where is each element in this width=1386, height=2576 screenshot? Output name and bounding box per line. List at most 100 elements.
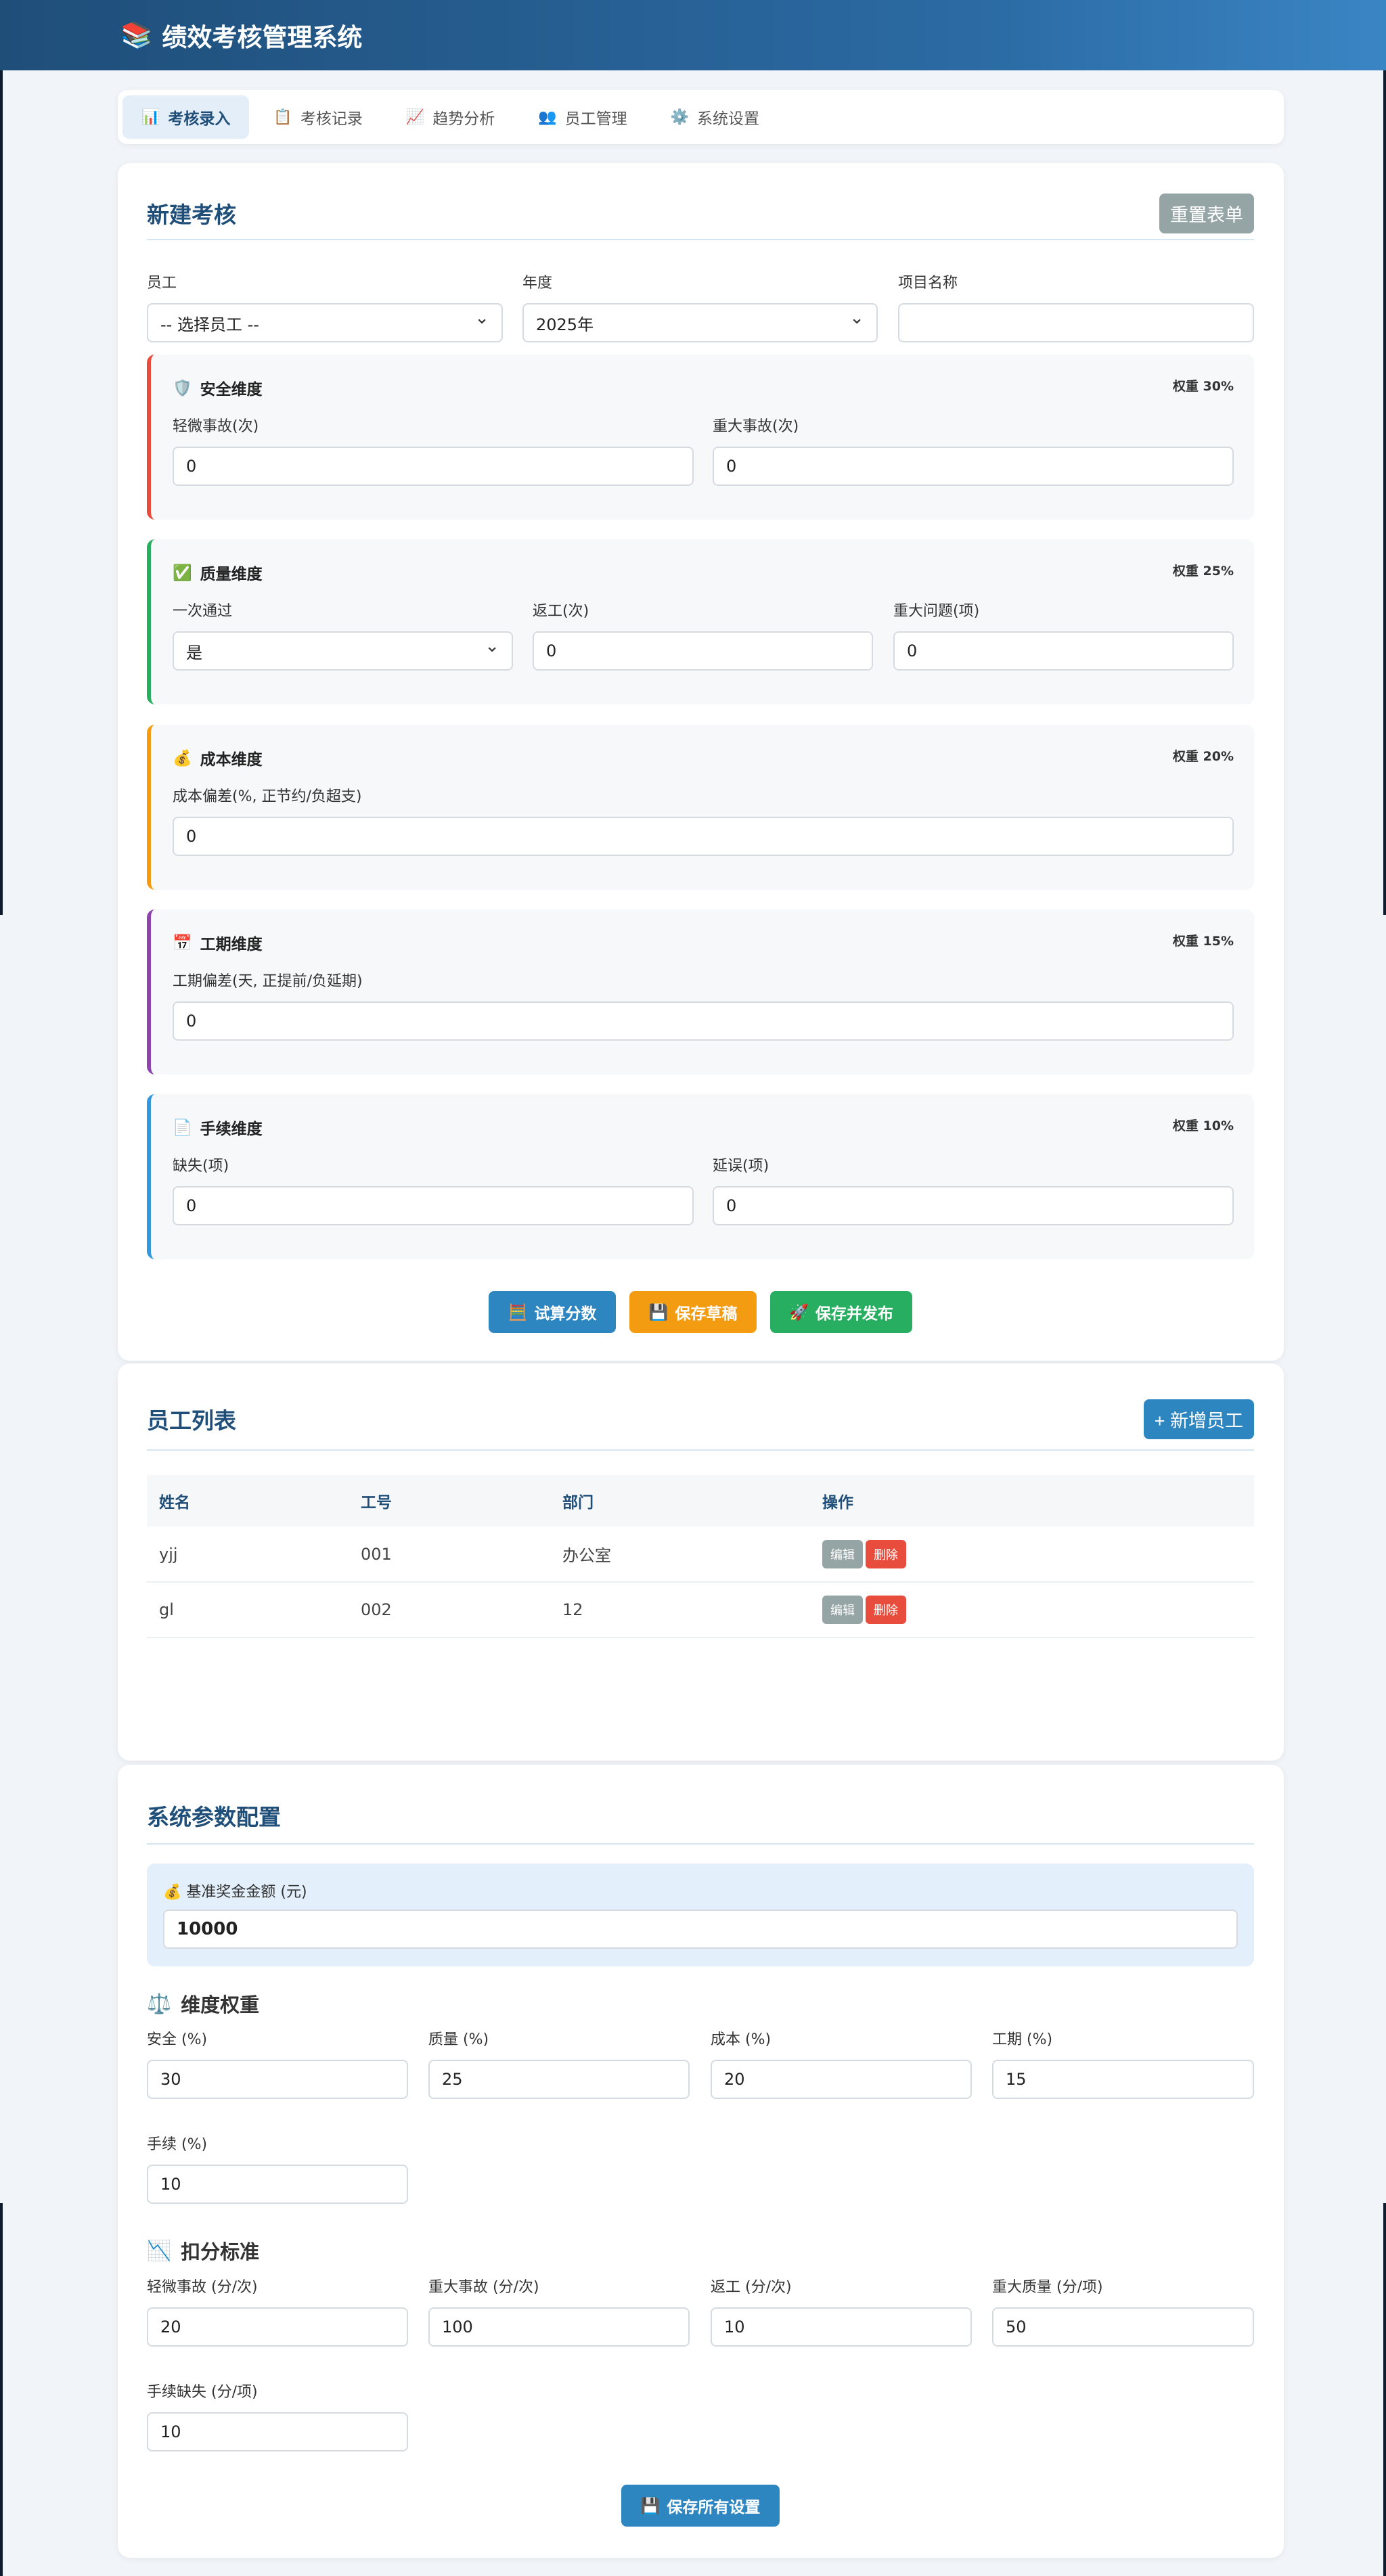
deduct-major-accident-input[interactable]: 100 bbox=[428, 2307, 690, 2347]
weight-safety-input[interactable]: 30 bbox=[147, 2060, 408, 2099]
delete-button[interactable]: 删除 bbox=[866, 1539, 906, 1568]
save-draft-button[interactable]: 💾 保存草稿 bbox=[629, 1291, 757, 1333]
button-label: 保存所有设置 bbox=[667, 2498, 761, 2516]
delete-button[interactable]: 删除 bbox=[866, 1596, 906, 1624]
weights-title: 维度权重 bbox=[181, 1993, 260, 2016]
year-label: 年度 bbox=[522, 275, 553, 292]
field-label: 重大事故(次) bbox=[713, 418, 799, 435]
employee-field: 员工 -- 选择员工 -- bbox=[147, 271, 503, 342]
delayed-docs-input[interactable]: 0 bbox=[713, 1186, 1234, 1225]
deduct-missing-docs-field: 手续缺失 (分/项) 10 bbox=[147, 2380, 408, 2451]
major-accident-field: 重大事故(次) 0 bbox=[713, 414, 1234, 486]
project-name-input[interactable] bbox=[898, 303, 1254, 342]
field-label: 重大质量 (分/项) bbox=[992, 2279, 1103, 2296]
safety-dimension: 🛡️ 安全维度 权重 30% 轻微事故(次) 0 重大事故(次) 0 bbox=[147, 355, 1254, 520]
button-label: 保存草稿 bbox=[675, 1305, 738, 1322]
background-strip-left bbox=[0, 0, 3, 915]
rework-input[interactable]: 0 bbox=[533, 631, 873, 671]
employee-select[interactable]: -- 选择员工 -- bbox=[147, 303, 503, 342]
cost-deviation-input[interactable]: 0 bbox=[173, 817, 1234, 856]
first-pass-value: 是 bbox=[186, 643, 202, 662]
weight-cost-field: 成本 (%) 20 bbox=[711, 2027, 972, 2099]
money-bag-icon: 💰 bbox=[163, 1884, 182, 1901]
card-header: 新建考核 重置表单 bbox=[147, 193, 1254, 240]
tab-assessment-entry[interactable]: 📊 考核录入 bbox=[122, 95, 250, 139]
field-label: 缺失(项) bbox=[173, 1158, 229, 1175]
card-title: 新建考核 bbox=[147, 202, 236, 228]
year-select-value: 2025年 bbox=[536, 315, 594, 334]
dimension-weight: 权重 15% bbox=[1172, 934, 1234, 949]
field-label: 轻微事故 (分/次) bbox=[147, 2279, 258, 2296]
field-label: 安全 (%) bbox=[147, 2031, 208, 2048]
save-all-settings-button[interactable]: 💾 保存所有设置 bbox=[621, 2485, 780, 2527]
major-accident-input[interactable]: 0 bbox=[713, 447, 1234, 486]
deductions-title: 扣分标准 bbox=[181, 2240, 260, 2263]
tab-label: 趋势分析 bbox=[432, 110, 495, 128]
add-employee-button[interactable]: + 新增员工 bbox=[1143, 1399, 1254, 1439]
weight-schedule-input[interactable]: 15 bbox=[992, 2060, 1254, 2099]
schedule-deviation-field: 工期偏差(天, 正提前/负延期) 0 bbox=[173, 969, 1234, 1041]
money-bag-icon: 💰 bbox=[173, 749, 192, 767]
tab-label: 系统设置 bbox=[697, 110, 760, 128]
scale-icon: ⚖️ bbox=[147, 1991, 172, 2015]
first-pass-select[interactable]: 是 bbox=[173, 631, 513, 671]
base-bonus-label: 💰 基准奖金金额 (元) bbox=[163, 1880, 1238, 1901]
quality-dimension-header: ✅ 质量维度 bbox=[173, 561, 263, 584]
row-actions: 编辑 删除 bbox=[810, 1582, 1254, 1638]
schedule-deviation-input[interactable]: 0 bbox=[173, 1001, 1234, 1041]
safety-dimension-header: 🛡️ 安全维度 bbox=[173, 376, 263, 399]
deduct-missing-docs-input[interactable]: 10 bbox=[147, 2412, 408, 2451]
field-label: 轻微事故(次) bbox=[173, 418, 259, 435]
weights-heading: ⚖️ 维度权重 bbox=[147, 1989, 259, 2018]
cost-dimension: 💰 成本维度 权重 20% 成本偏差(%, 正节约/负超支) 0 bbox=[147, 725, 1254, 890]
save-publish-button[interactable]: 🚀 保存并发布 bbox=[770, 1291, 912, 1333]
base-bonus-input[interactable]: 10000 bbox=[163, 1910, 1238, 1949]
dimension-weight: 权重 25% bbox=[1172, 564, 1234, 579]
deduct-rework-input[interactable]: 10 bbox=[711, 2307, 972, 2347]
edit-button[interactable]: 编辑 bbox=[822, 1539, 863, 1568]
year-select[interactable]: 2025年 bbox=[522, 303, 878, 342]
abacus-icon: 🧮 bbox=[508, 1303, 528, 1321]
minor-accident-input[interactable]: 0 bbox=[173, 447, 694, 486]
app-title: 绩效考核管理系统 bbox=[162, 23, 363, 52]
base-bonus-box: 💰 基准奖金金额 (元) 10000 bbox=[147, 1863, 1254, 1966]
employee-dept: 办公室 bbox=[550, 1527, 810, 1583]
employee-name: gl bbox=[147, 1582, 349, 1638]
reset-form-button[interactable]: 重置表单 bbox=[1159, 193, 1254, 233]
calendar-icon: 📅 bbox=[173, 934, 192, 952]
rework-field: 返工(次) 0 bbox=[533, 599, 873, 671]
weight-quality-input[interactable]: 25 bbox=[428, 2060, 690, 2099]
card-header: 员工列表 + 新增员工 bbox=[147, 1395, 1254, 1451]
delayed-docs-field: 延误(项) 0 bbox=[713, 1154, 1234, 1225]
calculate-score-button[interactable]: 🧮 试算分数 bbox=[489, 1291, 616, 1333]
column-header-id: 工号 bbox=[349, 1475, 550, 1527]
field-label: 质量 (%) bbox=[428, 2031, 489, 2048]
weight-procedure-input[interactable]: 10 bbox=[147, 2165, 408, 2204]
tab-assessment-records[interactable]: 📋 考核记录 bbox=[254, 95, 381, 139]
weight-quality-field: 质量 (%) 25 bbox=[428, 2027, 690, 2099]
field-label: 成本偏差(%, 正节约/负超支) bbox=[173, 788, 362, 805]
table-row: yjj 001 办公室 编辑 删除 bbox=[147, 1527, 1254, 1583]
card-title: 系统参数配置 bbox=[147, 1804, 281, 1830]
quality-dimension: ✅ 质量维度 权重 25% 一次通过 是 返工(次) 0 重大问题(项) 0 bbox=[147, 539, 1254, 704]
edit-button[interactable]: 编辑 bbox=[822, 1596, 863, 1624]
bar-chart-icon: 📊 bbox=[141, 108, 160, 126]
deduct-minor-accident-input[interactable]: 20 bbox=[147, 2307, 408, 2347]
tab-label: 考核录入 bbox=[168, 110, 231, 128]
trend-chart-icon: 📈 bbox=[405, 108, 425, 126]
deduct-minor-accident-field: 轻微事故 (分/次) 20 bbox=[147, 2275, 408, 2347]
missing-docs-input[interactable]: 0 bbox=[173, 1186, 694, 1225]
tab-trend-analysis[interactable]: 📈 趋势分析 bbox=[387, 95, 514, 139]
employee-id: 002 bbox=[349, 1582, 550, 1638]
weight-cost-input[interactable]: 20 bbox=[711, 2060, 972, 2099]
field-label: 重大问题(项) bbox=[893, 603, 980, 620]
major-issue-input[interactable]: 0 bbox=[893, 631, 1234, 671]
deduct-major-quality-input[interactable]: 50 bbox=[992, 2307, 1254, 2347]
row-actions: 编辑 删除 bbox=[810, 1527, 1254, 1583]
field-label: 延误(项) bbox=[713, 1158, 769, 1175]
field-label: 成本 (%) bbox=[711, 2031, 772, 2048]
tab-system-settings[interactable]: ⚙️ 系统设置 bbox=[652, 95, 778, 139]
employee-id: 001 bbox=[349, 1527, 550, 1583]
tab-employee-management[interactable]: 👥 员工管理 bbox=[519, 95, 646, 139]
system-settings-card: 系统参数配置 💰 基准奖金金额 (元) 10000 ⚖️ 维度权重 安全 (%) 3… bbox=[118, 1765, 1284, 2558]
